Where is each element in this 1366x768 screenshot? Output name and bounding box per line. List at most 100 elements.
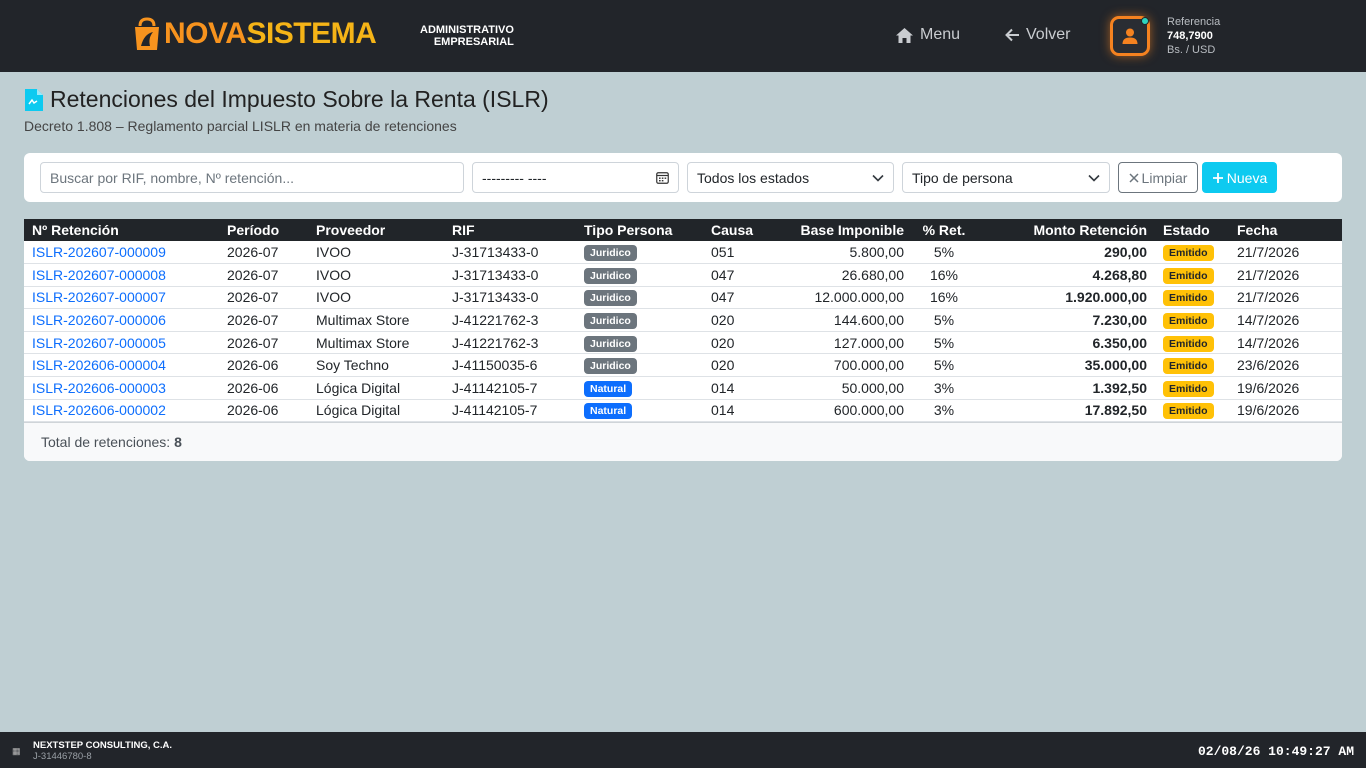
search-input[interactable]: Buscar por RIF, nombre, Nº retención... [40,162,464,193]
cell-date: 21/7/2026 [1229,286,1342,310]
cell-percent: 3% [912,376,976,400]
retention-link[interactable]: ISLR-202607-000008 [32,267,166,283]
column-header[interactable]: Período [219,219,308,241]
brand-logo[interactable]: NOVASISTEMA [132,14,377,54]
new-retention-label: Nueva [1226,169,1268,186]
retention-link[interactable]: ISLR-202607-000007 [32,289,166,305]
cell-percent: 5% [912,331,976,355]
exchange-rate-label: Referencia [1167,16,1221,28]
cell-provider: Lógica Digital [308,376,444,400]
cell-taxable-base: 127.000,00 [776,331,912,355]
table-row[interactable]: ISLR-202607-000005 2026-07 Multimax Store J… [24,331,1342,355]
back-link[interactable]: Volver [1005,26,1070,44]
clear-filters-label: Limpiar [1141,169,1188,186]
cell-cause: 051 [703,241,776,265]
top-navbar: NOVASISTEMA ADMINISTRATIVO EMPRESARIAL M… [0,0,1366,72]
cell-retention-number[interactable]: ISLR-202607-000009 [24,241,219,265]
cell-retention-number[interactable]: ISLR-202606-000003 [24,376,219,400]
calendar-icon[interactable] [656,171,669,184]
cell-rif: J-41142105-7 [444,376,576,400]
person-type-select-value: Tipo de persona [912,169,1013,186]
table-row[interactable]: ISLR-202607-000009 2026-07 IVOO J-31713433-… [24,241,1342,265]
table-row[interactable]: ISLR-202606-000004 2026-06 Soy Techno J-411… [24,353,1342,378]
cell-amount: 7.230,00 [976,308,1155,332]
column-header[interactable]: Causa [703,219,776,241]
column-header[interactable]: Monto Retención [976,219,1155,241]
retentions-table: Nº Retención Período Proveedor RIF Tipo … [24,219,1342,423]
table-row[interactable]: ISLR-202607-000006 2026-07 Multimax Store J… [24,308,1342,332]
cell-amount: 6.350,00 [976,331,1155,355]
cell-period: 2026-07 [219,263,308,287]
search-placeholder: Buscar por RIF, nombre, Nº retención... [50,169,294,186]
table-row[interactable]: ISLR-202607-000008 2026-07 IVOO J-31713433-… [24,263,1342,287]
new-retention-button[interactable]: Nueva [1202,162,1277,193]
cell-state: Emitido [1155,399,1229,423]
user-avatar[interactable] [1110,16,1150,56]
column-header[interactable]: Estado [1155,219,1229,241]
cell-date: 14/7/2026 [1229,308,1342,332]
cell-taxable-base: 144.600,00 [776,308,912,332]
column-header[interactable]: RIF [444,219,576,241]
cell-provider: Multimax Store [308,308,444,332]
column-header[interactable]: Proveedor [308,219,444,241]
retention-link[interactable]: ISLR-202607-000006 [32,312,166,328]
retention-link[interactable]: ISLR-202607-000009 [32,244,166,260]
person-type-badge: Natural [584,403,633,420]
table-row[interactable]: ISLR-202607-000007 2026-07 IVOO J-31713433-… [24,286,1342,310]
cell-provider: IVOO [308,241,444,265]
brand-subtitle-line2: EMPRESARIAL [433,36,514,48]
arrow-left-icon [1005,28,1019,42]
page-title: Retenciones del Impuesto Sobre la Renta … [50,86,549,112]
cell-rif: J-41142105-7 [444,399,576,423]
menu-label: Menu [920,26,961,43]
period-month-input[interactable]: --------- ---- [472,162,679,193]
cell-retention-number[interactable]: ISLR-202607-000005 [24,331,219,355]
total-value: 8 [174,434,182,450]
table-row[interactable]: ISLR-202606-000002 2026-06 Lógica Digital J… [24,399,1342,423]
cell-rif: J-31713433-0 [444,286,576,310]
state-select-value: Todos los estados [697,169,810,186]
cell-state: Emitido [1155,286,1229,310]
cell-cause: 047 [703,286,776,310]
cell-cause: 047 [703,263,776,287]
brand-subtitle: ADMINISTRATIVO EMPRESARIAL [420,24,514,48]
cell-cause: 014 [703,399,776,423]
cell-amount: 290,00 [976,241,1155,265]
total-label: Total de retenciones: [41,434,171,450]
cell-percent: 5% [912,241,976,265]
column-header[interactable]: Fecha [1229,219,1342,241]
cell-state: Emitido [1155,331,1229,355]
cell-date: 21/7/2026 [1229,241,1342,265]
cell-amount: 4.268,80 [976,263,1155,287]
cell-period: 2026-06 [219,376,308,400]
cell-amount: 1.392,50 [976,376,1155,400]
menu-link[interactable]: Menu [895,26,960,44]
column-header[interactable]: % Ret. [912,219,976,241]
chevron-down-icon [1088,174,1100,182]
building-icon: ▦ [12,746,21,756]
cell-retention-number[interactable]: ISLR-202607-000007 [24,286,219,310]
cell-date: 21/7/2026 [1229,263,1342,287]
person-type-badge: Juridico [584,358,637,375]
retention-link[interactable]: ISLR-202606-000004 [32,357,166,373]
retention-link[interactable]: ISLR-202607-000005 [32,335,166,351]
brand-subtitle-line1: ADMINISTRATIVO [420,24,514,36]
column-header[interactable]: Base Imponible [776,219,912,241]
retention-link[interactable]: ISLR-202606-000002 [32,402,166,418]
page-heading: Retenciones del Impuesto Sobre la Renta … [24,86,549,113]
cell-date: 19/6/2026 [1229,376,1342,400]
table-row[interactable]: ISLR-202606-000003 2026-06 Lógica Digital J… [24,376,1342,400]
cell-period: 2026-07 [219,241,308,265]
cell-percent: 5% [912,353,976,378]
retention-link[interactable]: ISLR-202606-000003 [32,380,166,396]
column-header[interactable]: Tipo Persona [576,219,703,241]
clear-filters-button[interactable]: Limpiar [1118,162,1198,193]
cell-retention-number[interactable]: ISLR-202606-000004 [24,353,219,378]
state-select[interactable]: Todos los estados [687,162,894,193]
cell-taxable-base: 26.680,00 [776,263,912,287]
person-type-select[interactable]: Tipo de persona [902,162,1110,193]
cell-retention-number[interactable]: ISLR-202607-000008 [24,263,219,287]
column-header[interactable]: Nº Retención [24,219,219,241]
cell-retention-number[interactable]: ISLR-202606-000002 [24,399,219,423]
cell-retention-number[interactable]: ISLR-202607-000006 [24,308,219,332]
